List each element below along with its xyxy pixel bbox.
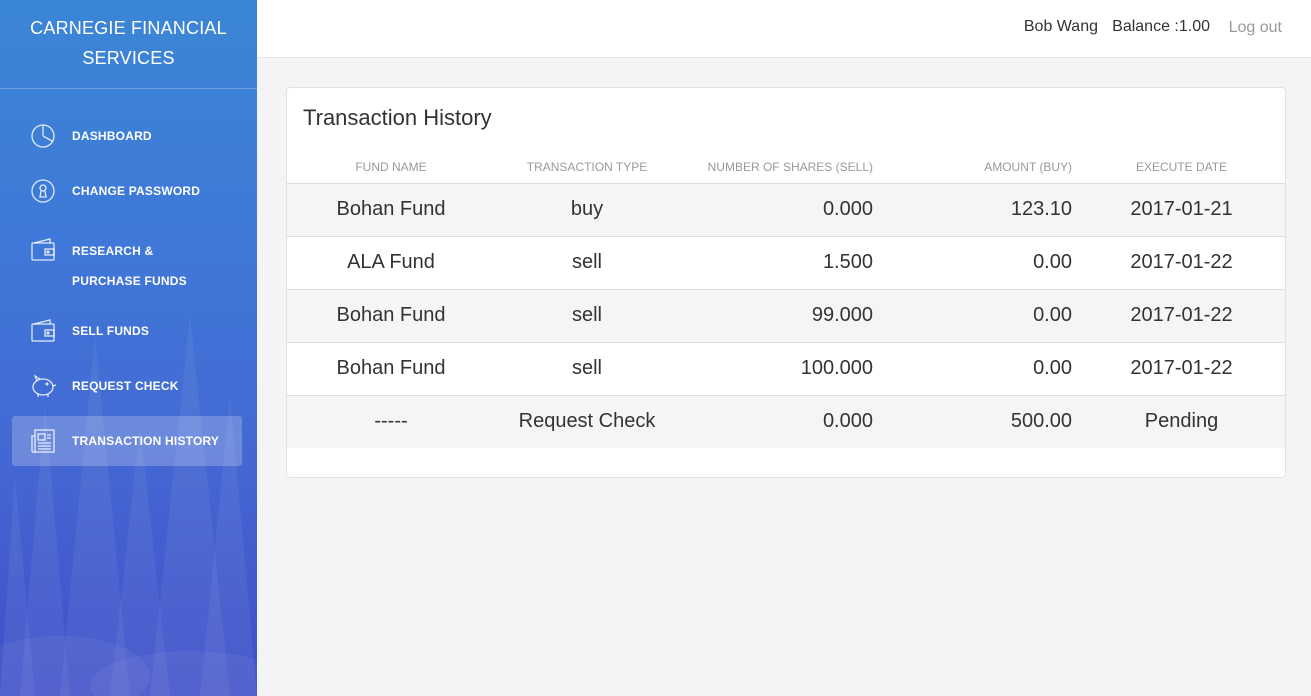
table-row: Bohan Fund sell 100.000 0.00 2017-01-22 (287, 342, 1285, 396)
cell-fund-name: ALA Fund (287, 236, 495, 290)
newspaper-icon (27, 425, 59, 457)
cell-transaction-type: buy (495, 183, 679, 237)
cell-execute-date: 2017-01-22 (1078, 342, 1285, 396)
column-header-execute-date: EXECUTE DATE (1078, 152, 1285, 184)
sidebar-item-label: CHANGE PASSWORD (72, 184, 201, 198)
keyhole-icon (27, 175, 59, 207)
cell-fund-name: Bohan Fund (287, 289, 495, 343)
sidebar-item-transaction-history[interactable]: TRANSACTION HISTORY (12, 416, 242, 466)
cell-amount: 500.00 (879, 395, 1078, 448)
sidebar: CARNEGIE FINANCIAL SERVICES DASHBOARD CH… (0, 0, 257, 696)
sidebar-item-label: RESEARCH & PURCHASE FUNDS (72, 244, 187, 288)
cell-amount: 0.00 (879, 236, 1078, 290)
top-bar: Bob Wang Balance :1.00 Log out (257, 0, 1311, 58)
sidebar-item-change-password[interactable]: CHANGE PASSWORD (12, 166, 242, 216)
column-header-amount: AMOUNT (BUY) (879, 152, 1078, 184)
cell-shares: 0.000 (679, 395, 879, 448)
cell-fund-name: Bohan Fund (287, 342, 495, 396)
cell-transaction-type: sell (495, 342, 679, 396)
card-title: Transaction History (303, 105, 492, 130)
wallet-icon (27, 315, 59, 347)
sidebar-item-dashboard[interactable]: DASHBOARD (12, 111, 242, 161)
cell-transaction-type: sell (495, 289, 679, 343)
table-header-row: FUND NAME TRANSACTION TYPE NUMBER OF SHA… (287, 152, 1285, 184)
sidebar-item-label: DASHBOARD (72, 129, 152, 143)
table-row: ----- Request Check 0.000 500.00 Pending (287, 395, 1285, 448)
table-row: Bohan Fund sell 99.000 0.00 2017-01-22 (287, 289, 1285, 343)
cell-execute-date: 2017-01-22 (1078, 289, 1285, 343)
sidebar-item-research-purchase-funds[interactable]: RESEARCH & PURCHASE FUNDS (12, 221, 242, 301)
table-row: Bohan Fund buy 0.000 123.10 2017-01-21 (287, 183, 1285, 237)
cell-shares: 100.000 (679, 342, 879, 396)
piggy-bank-icon (27, 370, 59, 402)
sidebar-item-label: REQUEST CHECK (72, 379, 179, 393)
cell-shares: 99.000 (679, 289, 879, 343)
transaction-table: FUND NAME TRANSACTION TYPE NUMBER OF SHA… (287, 152, 1285, 448)
brand-title-line2: SERVICES (82, 48, 175, 68)
pie-chart-icon (27, 120, 59, 152)
brand-title: CARNEGIE FINANCIAL SERVICES (0, 0, 257, 89)
column-header-fund-name: FUND NAME (287, 152, 495, 184)
sidebar-item-label: SELL FUNDS (72, 324, 150, 338)
brand-title-line1: CARNEGIE FINANCIAL (30, 18, 227, 38)
wallet-icon (27, 234, 59, 266)
balance-display: Balance :1.00 (1112, 18, 1210, 35)
sidebar-item-request-check[interactable]: REQUEST CHECK (12, 361, 242, 411)
column-header-transaction-type: TRANSACTION TYPE (495, 152, 679, 184)
cell-fund-name: ----- (287, 395, 495, 448)
user-name: Bob Wang (1023, 18, 1098, 35)
sidebar-item-sell-funds[interactable]: SELL FUNDS (12, 306, 242, 356)
column-header-number-of-shares: NUMBER OF SHARES (SELL) (679, 152, 879, 184)
cell-execute-date: 2017-01-21 (1078, 183, 1285, 237)
cell-transaction-type: sell (495, 236, 679, 290)
cell-amount: 0.00 (879, 289, 1078, 343)
logout-link[interactable]: Log out (1229, 19, 1282, 37)
sidebar-nav: DASHBOARD CHANGE PASSWORD RESEARCH & PUR… (0, 89, 257, 466)
cell-shares: 0.000 (679, 183, 879, 237)
cell-execute-date: Pending (1078, 395, 1285, 448)
cell-transaction-type: Request Check (495, 395, 679, 448)
sidebar-item-label: TRANSACTION HISTORY (72, 434, 220, 448)
transaction-history-card: Transaction History FUND NAME TRANSACTIO… (286, 87, 1286, 478)
cell-amount: 0.00 (879, 342, 1078, 396)
cell-amount: 123.10 (879, 183, 1078, 237)
table-row: ALA Fund sell 1.500 0.00 2017-01-22 (287, 236, 1285, 290)
cell-shares: 1.500 (679, 236, 879, 290)
cell-fund-name: Bohan Fund (287, 183, 495, 237)
cell-execute-date: 2017-01-22 (1078, 236, 1285, 290)
